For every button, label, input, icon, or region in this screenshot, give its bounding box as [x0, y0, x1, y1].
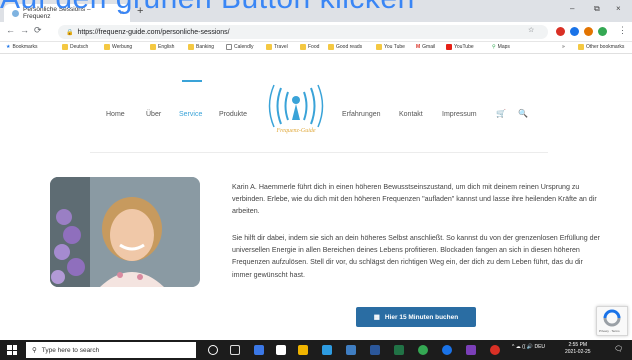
overlay-caption: Auf den grünen Button klicken: [0, 0, 415, 16]
folder-icon: [150, 44, 156, 50]
nav-kontakt[interactable]: Kontakt: [399, 111, 423, 118]
bookmark-item[interactable]: M Gmail: [416, 44, 435, 50]
taskbar: ⚲ Type here to search ^ ☁ (( 🔊 DEU 2:55 …: [0, 340, 632, 360]
folder-icon: [376, 44, 382, 50]
bookmark-item[interactable]: Deutsch: [62, 44, 88, 50]
site-logo[interactable]: Frequenz-Guide: [264, 82, 328, 140]
nav-ueber[interactable]: Über: [146, 111, 161, 118]
bookmark-item[interactable]: ⚲ Maps: [492, 44, 510, 50]
bookmark-item[interactable]: Werbung: [104, 44, 132, 50]
maps-pin-icon: ⚲: [492, 44, 496, 50]
close-window-button[interactable]: ×: [616, 4, 621, 13]
bookmark-item[interactable]: Good reads: [328, 44, 362, 50]
description-paragraph: Sie hilft dir dabei, indem sie sich an d…: [232, 234, 600, 279]
nav-active-indicator: [182, 80, 202, 82]
taskbar-search[interactable]: ⚲ Type here to search: [26, 342, 196, 358]
logo-text: Frequenz-Guide: [276, 128, 316, 134]
intro-paragraph: Karin A. Haemmerle führt dich in einen h…: [232, 183, 597, 216]
notification-icon[interactable]: 🗨: [614, 345, 623, 353]
bookmark-item[interactable]: Food: [300, 44, 319, 50]
portrait-photo: [50, 177, 200, 287]
extension-icon[interactable]: [556, 27, 565, 36]
search-icon: ⚲: [32, 347, 37, 354]
app-icon[interactable]: [466, 345, 476, 355]
folder-icon: [104, 44, 110, 50]
bookmarks-overflow-button[interactable]: »: [562, 44, 565, 50]
windows-start-icon[interactable]: [7, 345, 17, 355]
youtube-icon: [446, 44, 452, 50]
header-divider: [90, 152, 548, 153]
search-icon[interactable]: 🔍: [518, 109, 528, 118]
forward-icon[interactable]: →: [20, 25, 29, 35]
bookmark-item[interactable]: Travel: [266, 44, 288, 50]
address-bar: ← → ⟳ 🔒 https://frequenz-guide.com/perso…: [0, 22, 632, 42]
extension-icon[interactable]: [570, 27, 579, 36]
explorer-icon[interactable]: [298, 345, 308, 355]
recaptcha-label: Privacy · Terms: [599, 329, 620, 333]
word-icon[interactable]: [370, 345, 380, 355]
taskbar-clock[interactable]: 2:55 PM 2021-02-25: [565, 342, 591, 356]
portrait-image: [50, 177, 200, 287]
folder-icon: [266, 44, 272, 50]
nav-produkte[interactable]: Produkte: [219, 111, 247, 118]
app-icon[interactable]: [322, 345, 332, 355]
bookmark-item[interactable]: ★ Bookmarks: [6, 44, 38, 50]
cortana-icon[interactable]: [208, 345, 218, 355]
menu-icon[interactable]: ⋮: [618, 25, 627, 36]
bookmark-item[interactable]: Banking: [188, 44, 214, 50]
bookmark-item[interactable]: YouTube: [446, 44, 474, 50]
nav-erfahrungen[interactable]: Erfahrungen: [342, 111, 381, 118]
cta-label: Hier 15 Minuten buchen: [384, 313, 459, 321]
clock-time: 2:55 PM: [568, 342, 588, 348]
recaptcha-badge[interactable]: Privacy · Terms: [596, 306, 628, 336]
back-icon[interactable]: ←: [6, 25, 15, 35]
screen: Persönliche Sessions – Frequenz × + – ⧉ …: [0, 0, 632, 360]
reload-icon[interactable]: ⟳: [34, 25, 42, 36]
gmail-icon: M: [416, 44, 421, 50]
nav-service[interactable]: Service: [179, 111, 202, 118]
nav-impressum[interactable]: Impressum: [442, 111, 477, 118]
app-icon[interactable]: [346, 345, 356, 355]
lock-icon: 🔒: [66, 29, 74, 36]
nav-home[interactable]: Home: [106, 111, 125, 118]
folder-icon: [62, 44, 68, 50]
taskbar-search-placeholder: Type here to search: [41, 346, 100, 354]
chrome-icon[interactable]: [418, 345, 428, 355]
excel-icon[interactable]: [394, 345, 404, 355]
app-icon[interactable]: [490, 345, 500, 355]
restore-button[interactable]: ⧉: [594, 4, 600, 14]
star-icon[interactable]: ☆: [528, 26, 534, 34]
folder-icon: [578, 44, 584, 50]
bookmarks-bar: ★ Bookmarks Deutsch Werbung English Banki…: [0, 42, 632, 54]
calendar-icon: ▦: [373, 314, 380, 321]
store-icon[interactable]: [276, 345, 286, 355]
app-icon[interactable]: [254, 345, 264, 355]
folder-icon: [188, 44, 194, 50]
app-icon[interactable]: [442, 345, 452, 355]
cart-icon[interactable]: 🛒: [496, 109, 506, 118]
clock-date: 2021-02-25: [565, 349, 591, 355]
url-text: https://frequenz-guide.com/personliche-s…: [77, 28, 230, 36]
minimize-button[interactable]: –: [570, 4, 574, 13]
extension-icon[interactable]: [584, 27, 593, 36]
folder-icon: [300, 44, 306, 50]
book-15-minutes-button[interactable]: ▦ Hier 15 Minuten buchen: [356, 307, 476, 327]
extension-icon[interactable]: [598, 27, 607, 36]
bookmark-item[interactable]: Other bookmarks: [578, 44, 624, 50]
calendar-icon: [226, 44, 232, 50]
bookmark-item[interactable]: Calendly: [226, 44, 253, 50]
system-tray[interactable]: ^ ☁ (( 🔊 DEU: [512, 344, 545, 350]
url-field[interactable]: 🔒 https://frequenz-guide.com/personliche…: [58, 25, 548, 39]
bookmark-item[interactable]: English: [150, 44, 174, 50]
task-view-icon[interactable]: [230, 345, 240, 355]
bookmark-star-icon: ★: [6, 44, 11, 50]
recaptcha-icon: [603, 309, 621, 327]
folder-icon: [328, 44, 334, 50]
bookmark-item[interactable]: You Tube: [376, 44, 405, 50]
